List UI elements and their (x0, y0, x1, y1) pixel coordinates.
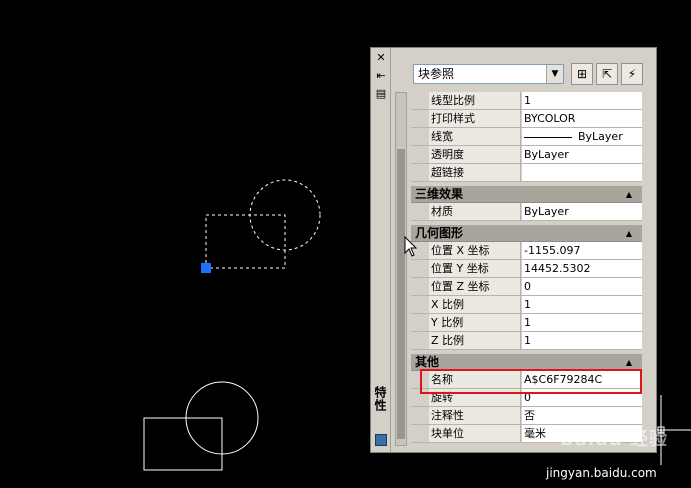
property-key: 超链接 (429, 164, 521, 181)
property-key: 打印样式 (429, 110, 521, 127)
property-row[interactable]: 线宽 ByLayer (411, 128, 642, 146)
property-row[interactable]: Z 比例 1 (411, 332, 642, 350)
property-key: Y 比例 (429, 314, 521, 331)
property-value[interactable]: BYCOLOR (522, 110, 642, 127)
property-row[interactable]: 线型比例 1 (411, 92, 642, 110)
category-3d-effects[interactable]: 三维效果 ▲ (411, 186, 642, 203)
property-value[interactable]: 否 (522, 407, 642, 424)
property-row[interactable]: 超链接 (411, 164, 642, 182)
watermark: Baidu 经验 (560, 429, 669, 450)
property-row[interactable]: 透明度 ByLayer (411, 146, 642, 164)
autohide-icon[interactable]: ⇤ (374, 69, 388, 83)
property-value[interactable]: 1 (522, 296, 642, 313)
property-value[interactable]: 1 (522, 332, 642, 349)
property-key: 透明度 (429, 146, 521, 163)
collapse-icon[interactable]: ▲ (626, 186, 632, 203)
property-row[interactable]: 注释性否 (411, 407, 642, 425)
property-row[interactable]: 打印样式 BYCOLOR (411, 110, 642, 128)
property-key: 位置 Y 坐标 (429, 260, 521, 277)
property-value[interactable]: ByLayer (522, 203, 642, 220)
property-key: 线宽 (429, 128, 521, 145)
palette-toolbar: 块参照 ▼ ⊞ ⇱ ⚡ (391, 48, 656, 88)
object-type-select[interactable]: 块参照 ▼ (413, 64, 564, 84)
lineweight-text: ByLayer (578, 130, 623, 143)
close-icon[interactable]: ✕ (374, 51, 388, 65)
property-row[interactable]: 位置 Z 坐标 0 (411, 278, 642, 296)
property-key: 线型比例 (429, 92, 521, 109)
property-value[interactable]: 1 (522, 314, 642, 331)
property-row[interactable]: 位置 Y 坐标 14452.5302 (411, 260, 642, 278)
lineweight-sample (524, 136, 572, 138)
property-row[interactable]: 材质 ByLayer (411, 203, 642, 221)
scroll-thumb[interactable] (397, 149, 405, 439)
block-grip[interactable] (201, 263, 211, 273)
property-key: 位置 X 坐标 (429, 242, 521, 259)
palette-options-icon[interactable] (375, 434, 387, 446)
select-objects-icon[interactable]: ⇱ (596, 63, 618, 85)
block-rect[interactable] (143, 417, 223, 471)
properties-menu-icon[interactable]: ▤ (374, 87, 388, 101)
toggle-pickadd-icon[interactable]: ⊞ (571, 63, 593, 85)
property-key: 块单位 (429, 425, 521, 442)
property-key: X 比例 (429, 296, 521, 313)
property-value[interactable] (522, 164, 642, 181)
category-geometry[interactable]: 几何图形 ▲ (411, 225, 642, 242)
collapse-icon[interactable]: ▲ (626, 225, 632, 242)
highlight-box (420, 369, 642, 394)
object-type-value: 块参照 (418, 67, 455, 81)
quick-select-icon[interactable]: ⚡ (621, 63, 643, 85)
property-value[interactable]: 14452.5302 (522, 260, 642, 277)
palette-side-strip: ✕ ⇤ ▤ 特性 (371, 48, 391, 452)
property-key: Z 比例 (429, 332, 521, 349)
property-row[interactable]: Y 比例 1 (411, 314, 642, 332)
category-title: 其他 (415, 355, 440, 369)
category-title: 三维效果 (415, 187, 464, 201)
property-row[interactable]: 位置 X 坐标 -1155.097 (411, 242, 642, 260)
mouse-pointer-icon (404, 236, 418, 257)
selected-block-rect[interactable] (205, 214, 286, 269)
property-key: 材质 (429, 203, 521, 220)
property-key: 注释性 (429, 407, 521, 424)
property-value[interactable]: -1155.097 (522, 242, 642, 259)
property-row[interactable]: X 比例 1 (411, 296, 642, 314)
property-key: 位置 Z 坐标 (429, 278, 521, 295)
palette-scrollbar[interactable] (395, 92, 407, 446)
palette-title: 特性 (373, 386, 387, 412)
category-title: 几何图形 (415, 226, 464, 240)
property-value[interactable]: 0 (522, 278, 642, 295)
property-value[interactable]: ByLayer (522, 146, 642, 163)
watermark-url: jingyan.baidu.com (546, 466, 657, 480)
property-value[interactable]: 1 (522, 92, 642, 109)
chevron-down-icon[interactable]: ▼ (546, 65, 563, 83)
lineweight-value[interactable]: ByLayer (522, 128, 642, 145)
